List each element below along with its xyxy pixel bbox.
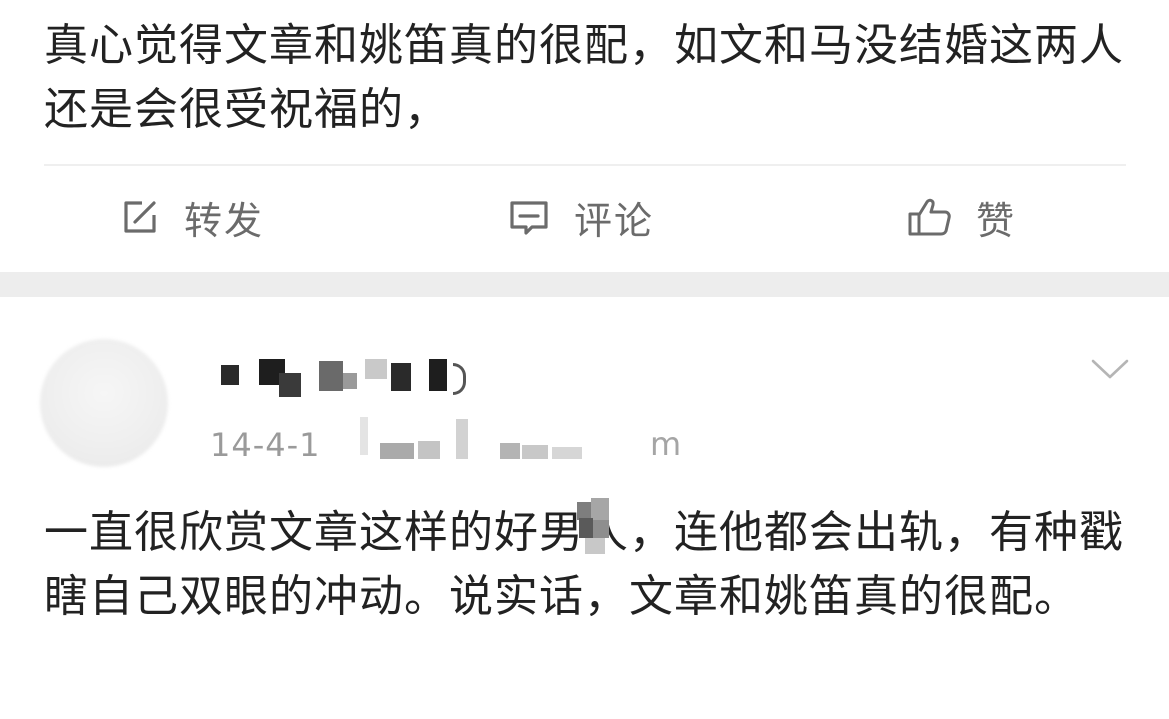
- chevron-down-icon[interactable]: [1090, 357, 1130, 381]
- edit-square-icon: [118, 195, 162, 239]
- like-button[interactable]: 赞: [906, 190, 1016, 244]
- post-text: 真心觉得文章和姚笛真的很配，如文和马没结婚这两人还是会很受祝福的，: [44, 20, 1124, 135]
- divider: [44, 164, 1126, 166]
- comment-button[interactable]: 评论: [506, 190, 654, 244]
- repost-button[interactable]: 转发: [118, 190, 264, 244]
- redaction-mosaic: [573, 498, 613, 558]
- post-date: 14-4-1: [210, 425, 321, 465]
- like-label: 赞: [976, 198, 1017, 243]
- time-suffix: m: [650, 425, 682, 463]
- thumbs-up-icon: [906, 194, 954, 240]
- default-avatar-icon[interactable]: [40, 339, 168, 467]
- username-redacted[interactable]: [215, 355, 475, 403]
- comment-bubble-icon: [506, 195, 552, 239]
- section-separator: [0, 272, 1169, 297]
- date-text: 14-4-1: [210, 426, 321, 464]
- repost-label: 转发: [184, 198, 265, 243]
- comment-label: 评论: [574, 198, 655, 243]
- post-card-1: 真心觉得文章和姚笛真的很配，如文和马没结婚这两人还是会很受祝福的， 转发 评论 …: [0, 0, 1169, 272]
- source-redacted: [360, 417, 680, 467]
